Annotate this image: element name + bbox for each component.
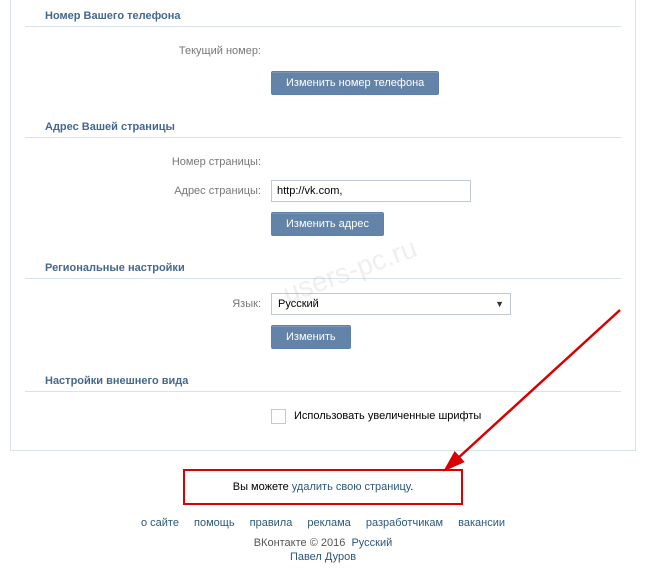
footer-brand: ВКонтакте bbox=[254, 537, 307, 549]
delete-prefix: Вы можете bbox=[233, 481, 292, 493]
page-address-label: Адрес страницы: bbox=[11, 185, 271, 197]
change-address-button[interactable]: Изменить адрес bbox=[271, 212, 384, 236]
large-fonts-label: Использовать увеличенные шрифты bbox=[294, 410, 481, 422]
page-number-label: Номер страницы: bbox=[11, 156, 271, 168]
footer: о сайте помощь правила реклама разработч… bbox=[0, 505, 646, 571]
footer-link-about[interactable]: о сайте bbox=[141, 517, 179, 529]
address-section: Адрес Вашей страницы Номер страницы: Адр… bbox=[11, 111, 635, 252]
footer-link-rules[interactable]: правила bbox=[250, 517, 293, 529]
delete-page-box: Вы можете удалить свою страницу. bbox=[183, 469, 463, 505]
footer-link-jobs[interactable]: вакансии bbox=[458, 517, 505, 529]
footer-links: о сайте помощь правила реклама разработч… bbox=[0, 517, 646, 529]
footer-link-ads[interactable]: реклама bbox=[307, 517, 350, 529]
appearance-section-title: Настройки внешнего вида bbox=[25, 365, 621, 392]
language-label: Язык: bbox=[11, 298, 271, 310]
change-language-button[interactable]: Изменить bbox=[271, 325, 351, 349]
regional-section-title: Региональные настройки bbox=[25, 252, 621, 279]
phone-section: Номер Вашего телефона Текущий номер: Изм… bbox=[11, 0, 635, 111]
appearance-section: Настройки внешнего вида Использовать уве… bbox=[11, 365, 635, 440]
delete-suffix: . bbox=[410, 481, 413, 493]
current-phone-label: Текущий номер: bbox=[11, 45, 271, 57]
footer-language-link[interactable]: Русский bbox=[351, 537, 392, 549]
footer-link-help[interactable]: помощь bbox=[194, 517, 235, 529]
page-address-input[interactable] bbox=[271, 180, 471, 202]
language-select[interactable]: Русский ▼ bbox=[271, 293, 511, 315]
delete-page-link[interactable]: удалить свою страницу bbox=[292, 481, 410, 493]
address-section-title: Адрес Вашей страницы bbox=[25, 111, 621, 138]
phone-section-title: Номер Вашего телефона bbox=[25, 0, 621, 27]
language-select-value: Русский bbox=[278, 298, 319, 310]
footer-link-devs[interactable]: разработчикам bbox=[366, 517, 443, 529]
footer-copyright: © 2016 bbox=[310, 537, 346, 549]
settings-panel: Номер Вашего телефона Текущий номер: Изм… bbox=[10, 0, 636, 451]
large-fonts-checkbox[interactable] bbox=[271, 409, 286, 424]
regional-section: Региональные настройки Язык: Русский ▼ И… bbox=[11, 252, 635, 365]
chevron-down-icon: ▼ bbox=[495, 299, 504, 309]
footer-author-link[interactable]: Павел Дуров bbox=[0, 551, 646, 563]
change-phone-button[interactable]: Изменить номер телефона bbox=[271, 71, 439, 95]
